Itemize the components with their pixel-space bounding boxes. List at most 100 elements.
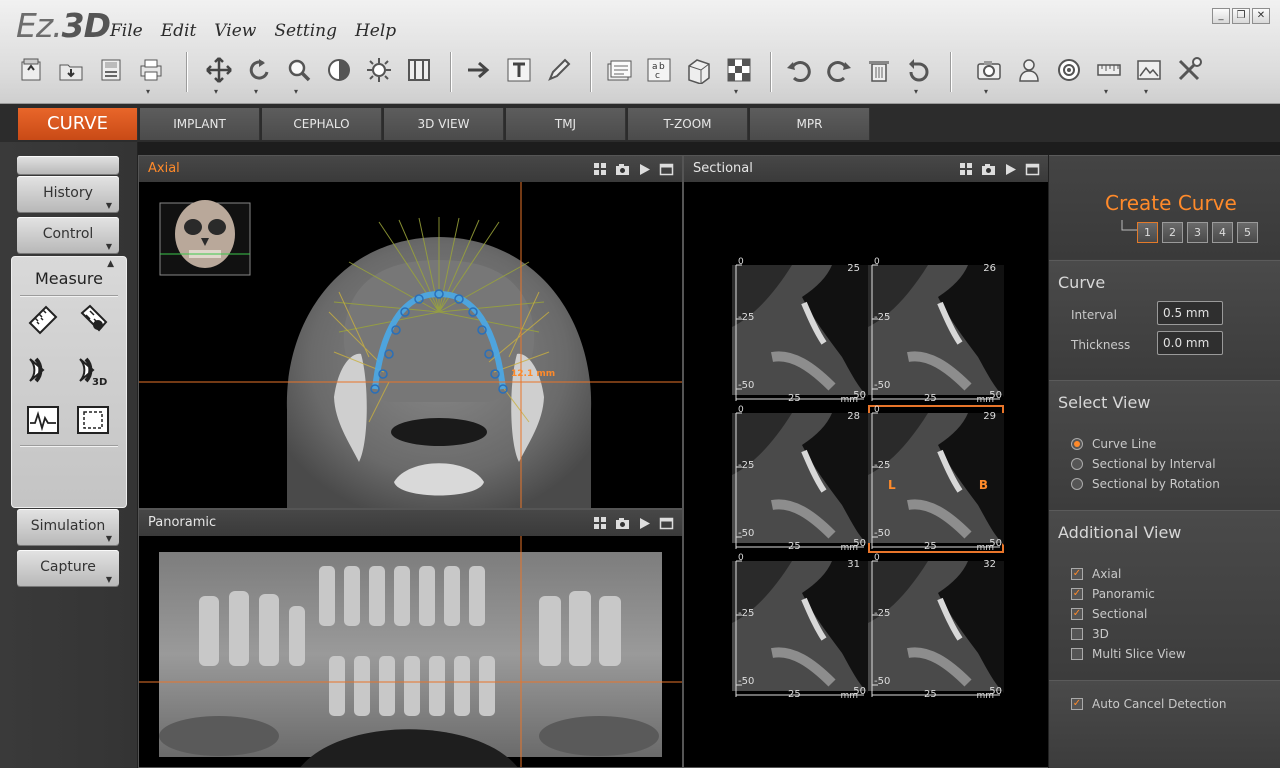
checkbox[interactable]: ✓ [1071,588,1083,600]
play-icon[interactable] [637,515,652,530]
area-measure-icon[interactable] [76,403,110,437]
angle-3d-measure-icon[interactable]: 3D [76,353,110,388]
open-patient-icon[interactable] [14,52,48,88]
image-icon[interactable]: ▾ [1132,52,1166,96]
option-sectional-by-rotation[interactable]: Sectional by Rotation [1071,477,1220,491]
snapshot-icon[interactable] [615,515,630,530]
checkbox-3d[interactable]: 3D [1071,627,1109,641]
target-icon[interactable] [1052,52,1086,88]
sectional-viewport[interactable]: Sectional 25 0 -25 -50 25 50 mm 26 0 -25… [683,155,1049,768]
checkbox-multi-slice-view[interactable]: Multi Slice View [1071,647,1186,661]
step-2-button[interactable]: 2 [1162,222,1183,243]
simulation-button[interactable]: Simulation ▼ [17,509,119,545]
left-panel-top-button[interactable] [17,156,119,174]
restore-button[interactable]: ❐ [1232,8,1250,24]
checkbox[interactable]: ✓ [1071,608,1083,620]
rotate-icon[interactable]: ▾ [242,52,276,96]
checkbox[interactable]: ✓ [1071,568,1083,580]
sectional-cell[interactable]: 28 0 -25 -50 25 50 mm [732,405,868,553]
sectional-cell[interactable]: 25 0 -25 -50 25 50 mm [732,257,868,405]
text-icon[interactable] [502,52,536,88]
radio[interactable] [1071,478,1083,490]
chevron-up-icon[interactable]: ▲ [107,259,114,269]
checkbox[interactable]: ✓ [1071,698,1083,710]
tab-mpr[interactable]: MPR [750,108,870,140]
close-button[interactable]: ✕ [1252,8,1270,24]
report-icon[interactable] [602,52,636,88]
trash-icon[interactable] [862,52,896,88]
history-button[interactable]: History ▼ [17,176,119,212]
move-icon[interactable]: ▾ [202,52,236,96]
zoom-icon[interactable]: ▾ [282,52,316,96]
checkbox-auto-cancel-detection[interactable]: ✓ Auto Cancel Detection [1071,697,1226,711]
interval-field[interactable]: 0.5 mm [1157,301,1223,325]
tab-t-zoom[interactable]: T-ZOOM [628,108,748,140]
snapshot-icon[interactable] [981,161,996,176]
angle-measure-icon[interactable] [26,353,60,387]
checkbox-sectional[interactable]: ✓ Sectional [1071,607,1147,621]
radio[interactable] [1071,458,1083,470]
option-sectional-by-interval[interactable]: Sectional by Interval [1071,457,1216,471]
annotation-icon[interactable]: abc [642,52,676,88]
option-curve-line[interactable]: Curve Line [1071,437,1156,451]
contrast-icon[interactable] [322,52,356,88]
arrow-icon[interactable] [462,52,496,88]
undo-icon[interactable] [782,52,816,88]
menu-view[interactable]: View [214,21,256,41]
tape-measure-icon[interactable] [76,303,110,337]
checkbox-axial[interactable]: ✓ Axial [1071,567,1121,581]
pen-icon[interactable] [542,52,576,88]
grid-layout-icon[interactable] [593,161,608,176]
open-folder-icon[interactable] [54,52,88,88]
axial-viewport[interactable]: Axial 12.1 mm [138,155,683,509]
tab-3d-view[interactable]: 3D VIEW [384,108,504,140]
radio-selected[interactable] [1071,438,1083,450]
menu-help[interactable]: Help [355,21,396,41]
tab-cephalo[interactable]: CEPHALO [262,108,382,140]
minimize-button[interactable]: _ [1212,8,1230,24]
sectional-cell[interactable]: 31 0 -25 -50 25 50 mm [732,553,868,701]
capture-button[interactable]: Capture ▼ [17,550,119,586]
play-icon[interactable] [637,161,652,176]
tab-tmj[interactable]: TMJ [506,108,626,140]
step-1-button[interactable]: 1 [1137,222,1158,243]
grid-layout-icon[interactable] [593,515,608,530]
sectional-cell[interactable]: 26 0 -25 -50 25 50 mm [868,257,1004,405]
thickness-field[interactable]: 0.0 mm [1157,331,1223,355]
ruler-measure-icon[interactable] [26,303,60,337]
sectional-cell[interactable]: 29 0 -25 -50 25 50 mm L B [868,405,1004,553]
grid-layout-icon[interactable] [959,161,974,176]
menu-edit[interactable]: Edit [161,21,197,41]
step-4-button[interactable]: 4 [1212,222,1233,243]
volume-icon[interactable] [682,52,716,88]
sectional-cell[interactable]: 32 0 -25 -50 25 50 mm [868,553,1004,701]
play-icon[interactable] [1003,161,1018,176]
save-icon[interactable] [94,52,128,88]
brightness-icon[interactable] [362,52,396,88]
tab-curve[interactable]: CURVE [18,108,138,140]
checkbox[interactable] [1071,648,1083,660]
maximize-icon[interactable] [659,515,674,530]
maximize-icon[interactable] [1025,161,1040,176]
panoramic-viewport[interactable]: Panoramic [138,509,683,768]
step-3-button[interactable]: 3 [1187,222,1208,243]
control-button[interactable]: Control ▼ [17,217,119,253]
layout-icon[interactable] [402,52,436,88]
print-icon[interactable]: ▾ [134,52,168,96]
settings-tools-icon[interactable] [1172,52,1206,88]
tab-implant[interactable]: IMPLANT [140,108,260,140]
menu-setting[interactable]: Setting [274,21,337,41]
profile-measure-icon[interactable] [26,403,60,437]
menu-file[interactable]: File [110,21,143,41]
checkbox-panoramic[interactable]: ✓ Panoramic [1071,587,1155,601]
maximize-icon[interactable] [659,161,674,176]
checker-icon[interactable]: ▾ [722,52,756,96]
checkbox[interactable] [1071,628,1083,640]
reset-icon[interactable]: ▾ [902,52,936,96]
patient-icon[interactable] [1012,52,1046,88]
redo-icon[interactable] [822,52,856,88]
step-5-button[interactable]: 5 [1237,222,1258,243]
ruler-tool-icon[interactable]: ▾ [1092,52,1126,96]
snapshot-icon[interactable] [615,161,630,176]
camera-icon[interactable]: ▾ [972,52,1006,96]
